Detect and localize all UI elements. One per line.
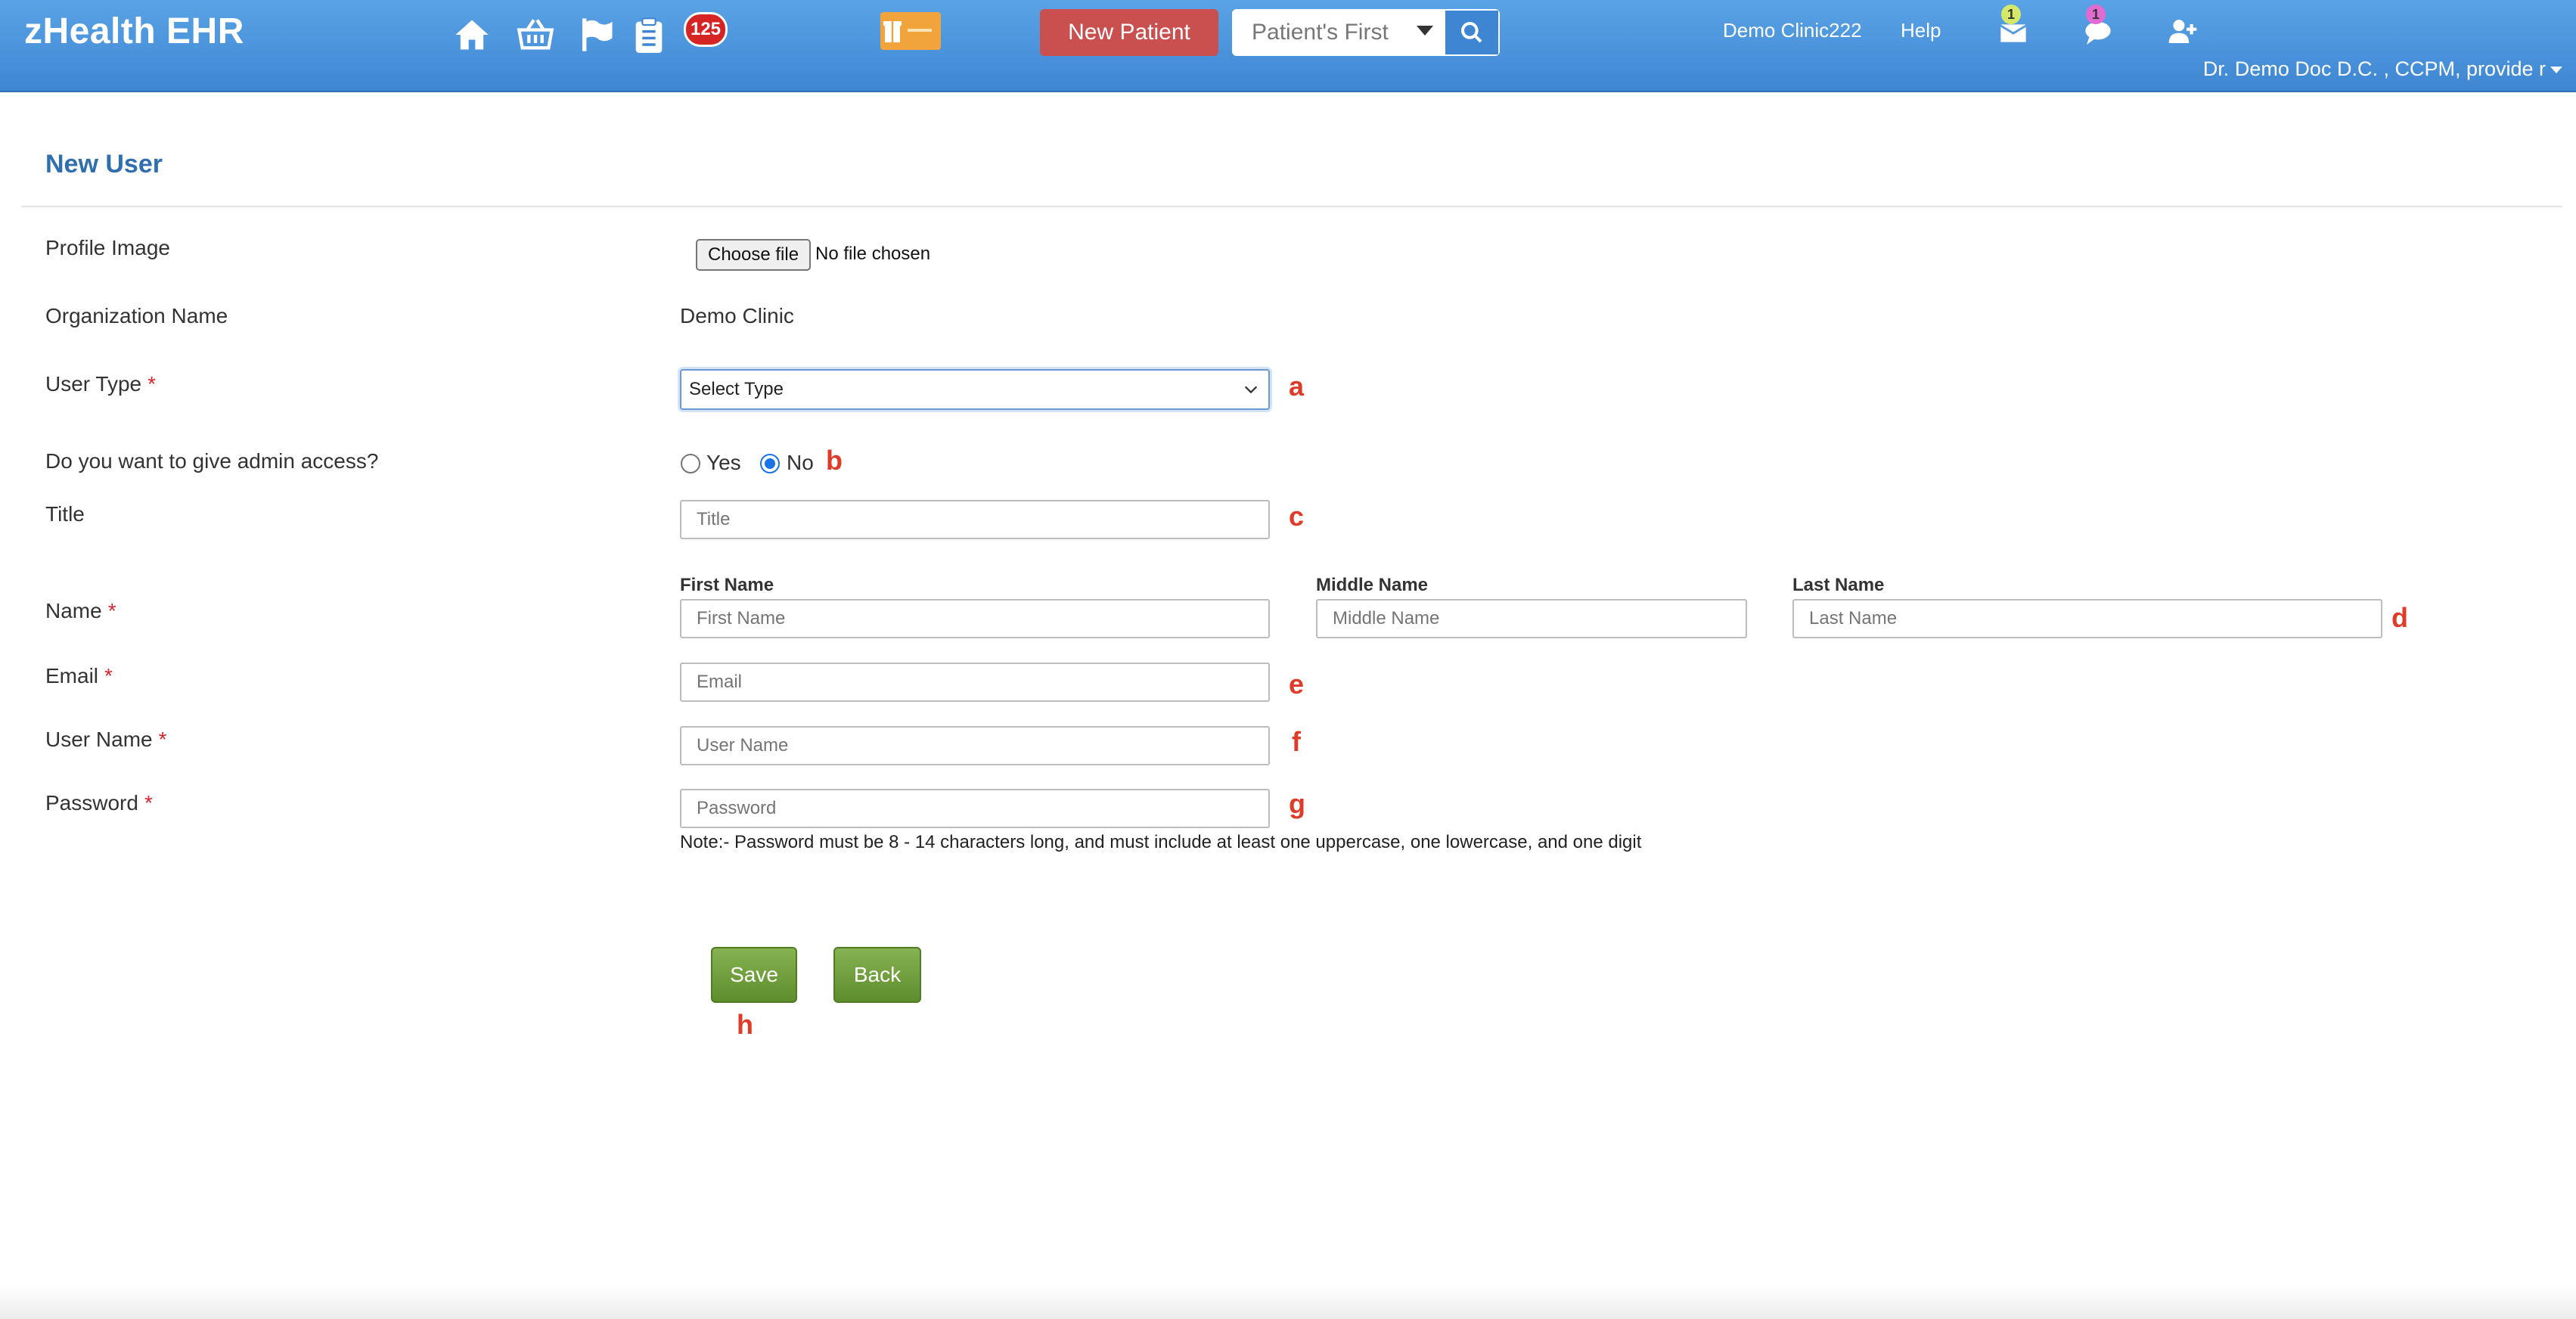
- required-marker: *: [104, 664, 113, 687]
- password-requirements-note: Note:- Password must be 8 - 14 character…: [680, 832, 1642, 852]
- middle-name-header: Middle Name: [1316, 575, 1429, 595]
- clipboard-list-icon[interactable]: [629, 15, 669, 54]
- organization-name-label: Organization Name: [45, 304, 228, 327]
- gift-card-icon[interactable]: [880, 12, 941, 50]
- password-input[interactable]: [680, 789, 1270, 828]
- annotation-e: e: [1289, 669, 1305, 700]
- annotation-f: f: [1292, 726, 1301, 757]
- add-user-icon[interactable]: [2168, 17, 2198, 47]
- save-button[interactable]: Save: [711, 947, 797, 1003]
- admin-access-no-radio[interactable]: [760, 454, 780, 473]
- file-status-text: No file chosen: [815, 244, 931, 264]
- user-name-input[interactable]: [680, 726, 1270, 765]
- profile-image-label: Profile Image: [45, 236, 170, 259]
- annotation-h: h: [737, 1009, 753, 1040]
- annotation-g: g: [1289, 788, 1305, 819]
- user-type-label: User Type *: [45, 372, 156, 396]
- home-icon[interactable]: [452, 15, 492, 54]
- basket-icon[interactable]: [516, 15, 555, 54]
- new-patient-button[interactable]: New Patient: [1040, 9, 1218, 56]
- first-name-input[interactable]: [680, 599, 1270, 638]
- title-divider: [21, 206, 2562, 207]
- title-input[interactable]: [680, 500, 1270, 539]
- user-name-label: User Name *: [45, 728, 167, 752]
- annotation-a: a: [1289, 371, 1305, 402]
- help-link[interactable]: Help: [1901, 19, 1941, 42]
- search-button[interactable]: [1444, 11, 1498, 54]
- email-field[interactable]: [680, 663, 1270, 702]
- messages-badge: 1: [2001, 5, 2021, 24]
- user-type-label-text: User Type: [45, 372, 142, 396]
- app-brand[interactable]: zHealth EHR: [24, 11, 244, 52]
- required-marker: *: [107, 599, 116, 622]
- top-navigation-bar: zHealth EHR 125 New Patient Patient's Fi…: [0, 0, 2576, 92]
- user-account-name: Dr. Demo Doc D.C. , CCPM, provide r: [2202, 57, 2546, 80]
- clinic-link[interactable]: Demo Clinic222: [1723, 19, 1862, 42]
- patient-search-box[interactable]: Patient's First: [1232, 9, 1500, 56]
- required-marker: *: [158, 728, 167, 751]
- chevron-down-icon: [2550, 67, 2562, 74]
- email-label-text: Email: [45, 664, 99, 687]
- annotation-d: d: [2391, 602, 2408, 633]
- user-account-menu[interactable]: Dr. Demo Doc D.C. , CCPM, provide r: [2203, 57, 2562, 81]
- page-bottom-edge: [0, 1286, 2576, 1319]
- patient-search-input[interactable]: Patient's First: [1252, 11, 1389, 54]
- middle-name-input[interactable]: [1316, 599, 1747, 638]
- user-type-selected-value: Select Type: [689, 379, 784, 399]
- admin-access-no-label[interactable]: No: [787, 451, 814, 475]
- password-label-text: Password: [45, 791, 138, 815]
- notification-count-badge[interactable]: 125: [684, 12, 728, 47]
- annotation-b: b: [826, 445, 843, 476]
- name-label-text: Name: [45, 599, 102, 622]
- user-name-label-text: User Name: [45, 728, 153, 751]
- search-icon: [1461, 21, 1482, 43]
- required-marker: *: [144, 791, 153, 815]
- last-name-input[interactable]: [1792, 599, 2382, 638]
- admin-access-yes-label[interactable]: Yes: [706, 451, 741, 475]
- chat-badge: 1: [2086, 5, 2106, 24]
- required-marker: *: [147, 372, 156, 396]
- email-label: Email *: [45, 664, 113, 688]
- organization-name-value: Demo Clinic: [680, 304, 794, 327]
- user-type-select[interactable]: Select Type: [680, 369, 1270, 410]
- annotation-c: c: [1289, 501, 1305, 532]
- flag-icon[interactable]: [578, 15, 617, 54]
- admin-access-label: Do you want to give admin access?: [45, 449, 379, 473]
- page-title: New User: [45, 150, 163, 178]
- choose-file-button[interactable]: Choose file: [696, 239, 812, 271]
- password-label: Password *: [45, 791, 153, 815]
- name-label: Name *: [45, 599, 116, 623]
- back-button[interactable]: Back: [833, 947, 921, 1003]
- admin-access-yes-radio[interactable]: [681, 454, 700, 473]
- first-name-header: First Name: [680, 575, 774, 595]
- title-label: Title: [45, 502, 85, 526]
- last-name-header: Last Name: [1792, 575, 1885, 595]
- chevron-down-icon: [1244, 386, 1258, 394]
- search-type-dropdown-icon[interactable]: [1417, 26, 1433, 36]
